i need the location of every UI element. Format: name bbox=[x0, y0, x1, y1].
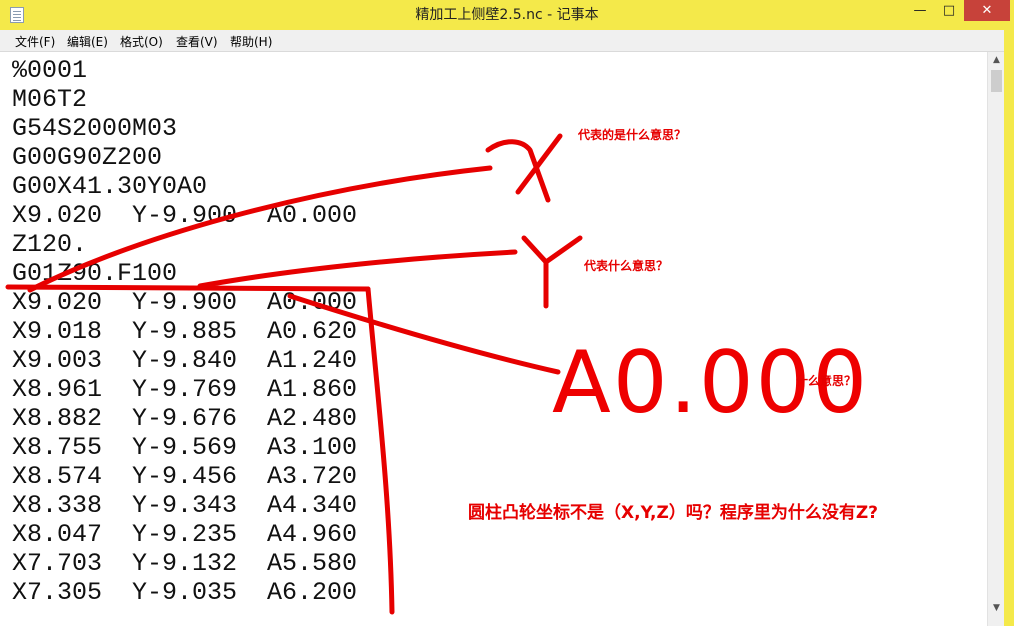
arrow-to-a-line bbox=[287, 293, 561, 375]
handwritten-annotations bbox=[5, 133, 583, 615]
a-meaning-question: 什么意思？ bbox=[796, 374, 857, 388]
arrow-to-x-line bbox=[27, 165, 493, 293]
coordinate-question: 圆柱凸轮坐标不是（X,Y,Z）吗？程序里为什么没有Z? bbox=[468, 503, 879, 523]
x-meaning-question: 代表的是什么意思？ bbox=[578, 128, 687, 142]
box-top-border bbox=[5, 284, 371, 292]
y-meaning-question: 代表什么意思？ bbox=[584, 259, 669, 273]
y-letter-stroke-b bbox=[543, 235, 583, 309]
arrow-to-y-line bbox=[197, 249, 518, 289]
box-right-border bbox=[365, 286, 395, 615]
y-letter-stroke-a bbox=[521, 235, 549, 265]
